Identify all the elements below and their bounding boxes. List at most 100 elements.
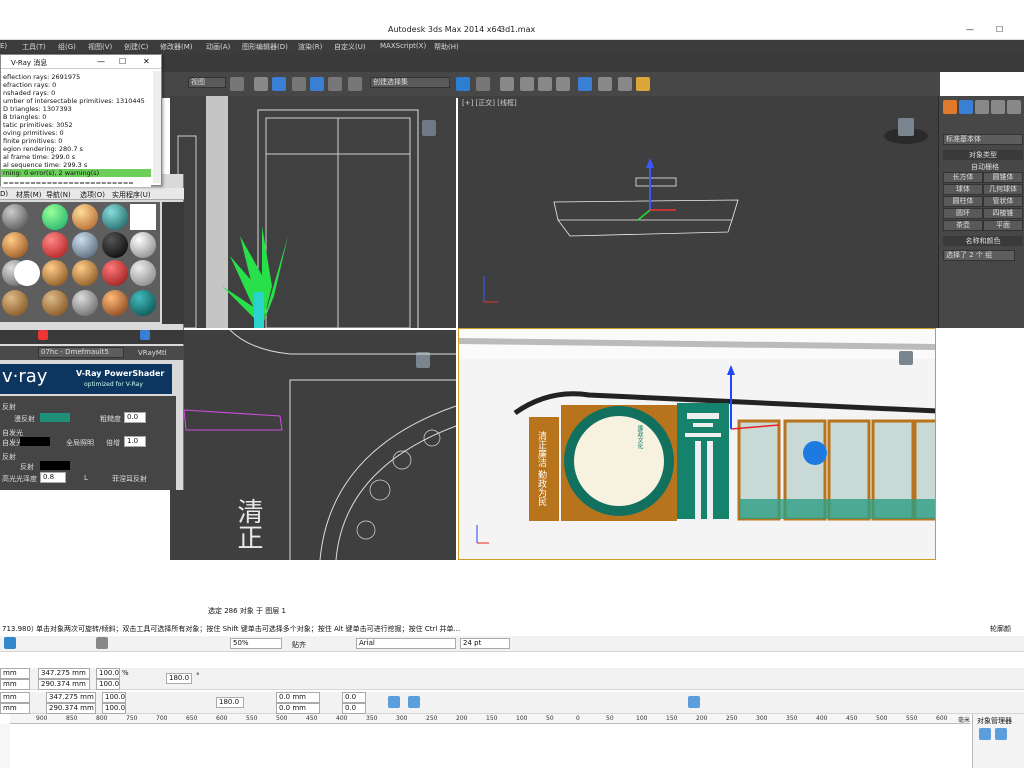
sample-slot[interactable] [2,232,28,258]
sample-slot[interactable] [2,204,28,230]
sample-slot[interactable] [72,260,98,286]
fresnel-checkbox[interactable]: 菲涅耳反射 [112,474,147,484]
font-size-dropdown[interactable]: 24 pt [460,638,510,649]
corner-field[interactable]: 0.0 [342,692,366,703]
show-map-icon[interactable] [140,330,150,340]
sample-slot[interactable] [2,290,28,316]
angle-snap-icon[interactable] [292,77,306,91]
rotation-field-2[interactable]: 180.0 [216,697,244,708]
sample-slot[interactable] [72,232,98,258]
align-icon[interactable] [476,77,490,91]
sample-slot[interactable] [72,204,98,230]
layer-view-icon[interactable] [995,728,1007,740]
outline-width-field[interactable]: 0.0 mm [276,692,320,703]
sphere-button[interactable]: 球体 [943,184,983,195]
menu-animation[interactable]: 动画(A) [206,42,230,52]
layer-manager-icon[interactable] [979,728,991,740]
move-icon[interactable] [254,77,268,91]
material-name-field[interactable]: 07hc - Dmefmault5 [38,347,124,358]
sample-slot[interactable] [42,232,68,258]
render-teapot-icon[interactable] [636,77,650,91]
hierarchy-tab-icon[interactable] [975,100,989,114]
minimize-button[interactable]: — [966,25,974,34]
sample-slot[interactable] [72,290,98,316]
object-type-header[interactable]: 对象类型 [943,150,1023,160]
geosphere-button[interactable]: 几何球体 [983,184,1023,195]
reflect-swatch[interactable] [40,461,70,470]
menu-customize[interactable]: 自定义(U) [334,42,366,52]
scale-x-field[interactable]: 100.0 [96,668,120,679]
sample-slot[interactable] [130,260,156,286]
menu-edit[interactable]: E) [0,42,7,50]
rotation-field[interactable]: 180.0 [166,673,192,684]
menu-group[interactable]: 组(G) [58,42,76,52]
gloss-field[interactable]: 0.8 [40,472,66,483]
menu-modifiers[interactable]: 修改器(M) [160,42,193,52]
render-setup-icon[interactable] [598,77,612,91]
sample-slot[interactable] [102,290,128,316]
x-field[interactable]: mm [0,668,30,679]
spinner-snap-icon[interactable] [328,77,342,91]
sample-slot[interactable] [42,204,68,230]
height-field-2[interactable]: 290.374 mm [46,703,96,714]
sample-slot[interactable] [130,290,156,316]
viewport-top-right[interactable]: [+] [正交] [线框] [458,96,938,328]
selection-name-field[interactable]: 选择了 2 个 组 [943,250,1015,261]
viewport-label[interactable]: [+] [正交] [线框] [462,98,517,108]
undo-icon[interactable] [96,637,108,649]
autogrid-checkbox[interactable]: 自动栅格 [971,162,999,172]
sample-slot[interactable] [102,232,128,258]
outline-width-field-2[interactable]: 0.0 mm [276,703,320,714]
menu-create[interactable]: 创建(C) [124,42,148,52]
vray-maximize-button[interactable]: ☐ [119,57,126,66]
tube-button[interactable]: 管状体 [983,196,1023,207]
sample-slot[interactable] [42,260,68,286]
sample-slot[interactable] [102,260,128,286]
name-color-header[interactable]: 名称和颜色 [943,236,1023,246]
sample-slot[interactable] [130,204,156,230]
object-manager-title[interactable]: 对象管理器 [977,716,1012,726]
menu-graph-editors[interactable]: 图形编辑器(D) [242,42,288,52]
font-dropdown[interactable]: Arial [356,638,456,649]
scale-y-field-2[interactable]: 100.0 [102,703,126,714]
mat-menu-material[interactable]: 材质(M) [16,190,42,200]
mat-menu-0[interactable]: D) [0,190,8,198]
cone-button[interactable]: 圆锥体 [983,172,1023,183]
y-field[interactable]: mm [0,679,30,690]
shape-tool-icon[interactable] [408,696,420,708]
edit-named-sets-icon[interactable] [348,77,362,91]
teapot-button[interactable]: 茶壶 [943,220,983,231]
schematic-icon[interactable] [556,77,570,91]
select-icon[interactable] [230,77,244,91]
box-button[interactable]: 长方体 [943,172,983,183]
modify-tab-icon[interactable] [959,100,973,114]
display-tab-icon[interactable] [1007,100,1021,114]
mat-menu-utilities[interactable]: 实用程序(U) [112,190,151,200]
menu-help[interactable]: 帮助(H) [434,42,459,52]
create-tab-icon[interactable] [943,100,957,114]
pyramid-button[interactable]: 四棱锥 [983,208,1023,219]
ribbon-icon[interactable] [520,77,534,91]
scale-x-field-2[interactable]: 100.0 [102,692,126,703]
mirror-icon[interactable] [456,77,470,91]
material-type-button[interactable]: VRayMtl [138,349,167,357]
corner-field-2[interactable]: 0.0 [342,703,366,714]
y-field-2[interactable]: mm [0,703,30,714]
view-dropdown[interactable]: 视图 [188,77,226,88]
sample-slot[interactable] [14,260,40,286]
drawing-canvas[interactable] [0,724,972,768]
menu-tools[interactable]: 工具(T) [22,42,46,52]
menu-views[interactable]: 视图(V) [88,42,112,52]
category-dropdown[interactable]: 标准基本体 [943,134,1023,145]
material-editor-icon[interactable] [578,77,592,91]
height-field[interactable]: 290.374 mm [38,679,90,690]
motion-tab-icon[interactable] [991,100,1005,114]
render-frame-icon[interactable] [618,77,632,91]
width-field-2[interactable]: 347.275 mm [46,692,96,703]
scale-y-field[interactable]: 100.0 [96,679,120,690]
mat-menu-options[interactable]: 选项(O) [80,190,105,200]
snap-dropdown[interactable]: 贴齐 [292,640,306,650]
zoom-dropdown[interactable]: 50% [230,638,282,649]
selection-set-dropdown[interactable]: 创建选择集 [370,77,450,88]
sample-slot[interactable] [102,204,128,230]
